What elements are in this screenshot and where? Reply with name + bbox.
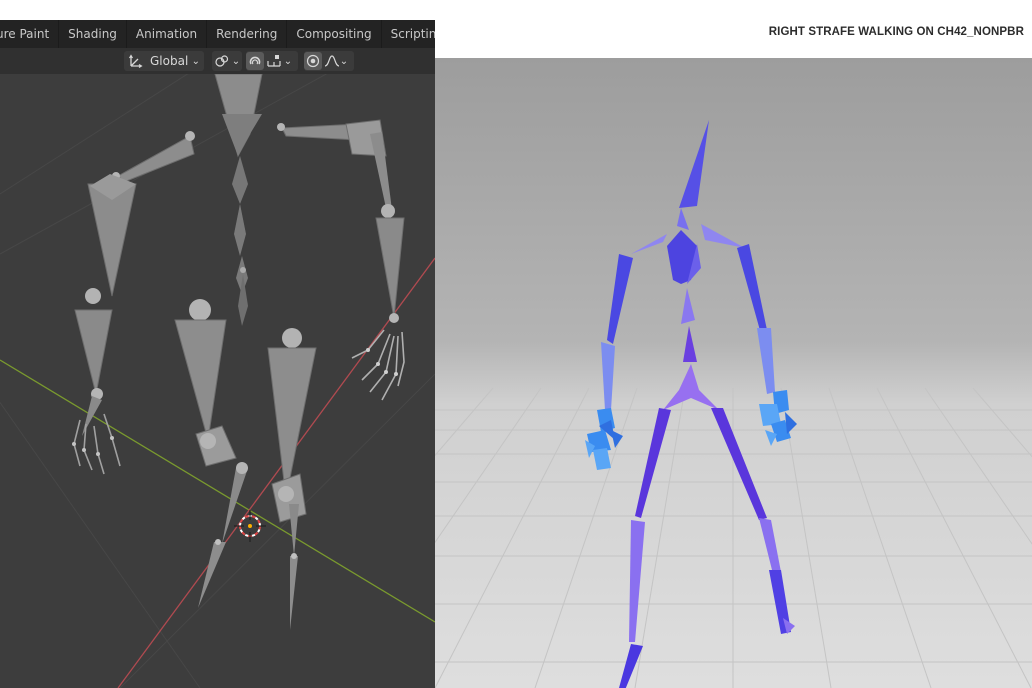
pivot-point-icon <box>215 55 228 67</box>
animation-preview-viewport[interactable] <box>435 58 1032 688</box>
snap-toggle[interactable] <box>246 52 264 70</box>
falloff-curve-icon <box>324 55 339 67</box>
proportional-edit-icon <box>306 54 320 68</box>
tab-texture-paint[interactable]: ure Paint <box>0 20 60 48</box>
snap-controls: ⌄ <box>246 51 298 71</box>
snap-increment-icon <box>267 55 281 67</box>
proportional-edit-toggle[interactable] <box>304 52 322 70</box>
animation-title: RIGHT STRAFE WALKING ON CH42_NONPBR <box>768 26 1024 38</box>
chevron-down-icon: ⌄ <box>191 55 200 67</box>
tab-rendering[interactable]: Rendering <box>207 20 288 48</box>
transform-orientation-dropdown[interactable]: Global ⌄ <box>124 51 204 71</box>
tab-animation[interactable]: Animation <box>127 20 208 48</box>
falloff-dropdown[interactable]: ⌄ <box>322 52 350 70</box>
pivot-point-dropdown[interactable]: ⌄ <box>212 51 242 71</box>
viewport-header: Global ⌄ ⌄ ⌄ ⌄ <box>0 48 435 75</box>
workspace-tabs: ure Paint Shading Animation Rendering Co… <box>0 20 435 48</box>
transform-orientation-label: Global <box>150 54 189 68</box>
tab-shading[interactable]: Shading <box>59 20 127 48</box>
chevron-down-icon: ⌄ <box>231 55 241 67</box>
blender-window: ure Paint Shading Animation Rendering Co… <box>0 20 435 688</box>
chevron-down-icon: ⌄ <box>339 55 349 67</box>
snap-target-dropdown[interactable]: ⌄ <box>264 52 294 70</box>
3d-viewport[interactable] <box>0 74 435 688</box>
snap-magnet-icon <box>249 56 261 65</box>
tab-scripting[interactable]: Scripting <box>382 20 435 48</box>
tab-compositing[interactable]: Compositing <box>287 20 382 48</box>
preview-title-bar: RIGHT STRAFE WALKING ON CH42_NONPBR <box>435 0 1032 58</box>
chevron-down-icon: ⌄ <box>283 55 293 67</box>
orientation-axes-icon <box>129 54 143 68</box>
proportional-edit-controls: ⌄ <box>304 51 354 71</box>
